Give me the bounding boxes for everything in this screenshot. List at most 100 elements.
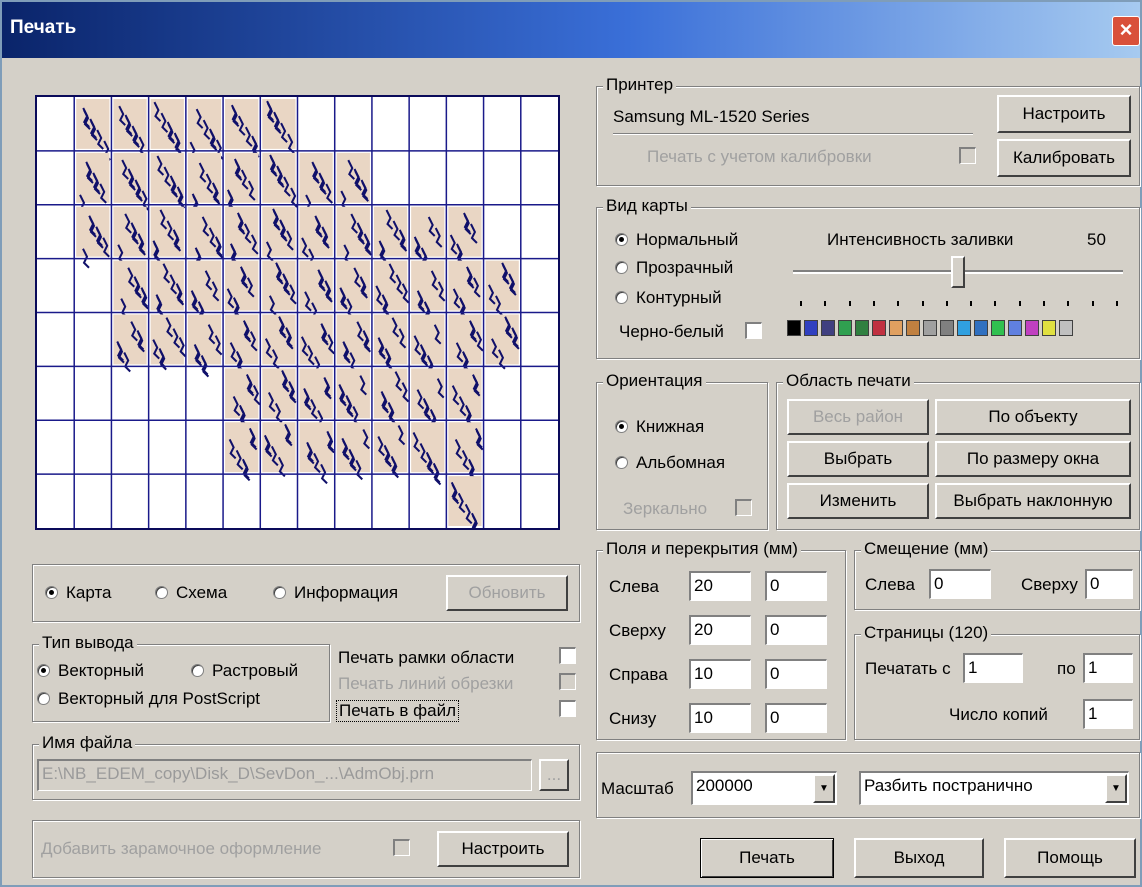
exit-button[interactable]: Выход	[854, 838, 984, 878]
color-swatch[interactable]	[889, 320, 903, 336]
choose-tilted-button[interactable]: Выбрать наклонную	[935, 483, 1131, 519]
color-swatch[interactable]	[957, 320, 971, 336]
print-button[interactable]: Печать	[700, 838, 834, 878]
fill-slider-ticks	[800, 301, 1118, 307]
map-view-group: Вид карты Нормальный Прозрачный Контурны…	[596, 196, 1140, 359]
margin-bottom-field[interactable]: 10	[689, 703, 751, 733]
map-region-cell	[225, 368, 261, 428]
overlap-right-field[interactable]: 0	[765, 659, 827, 689]
color-swatch[interactable]	[787, 320, 801, 336]
by-window-button[interactable]: По размеру окна	[935, 441, 1131, 477]
change-button[interactable]: Изменить	[787, 483, 929, 519]
color-swatch[interactable]	[1059, 320, 1073, 336]
view-mode-map[interactable]: Карта	[45, 583, 112, 603]
color-swatch[interactable]	[804, 320, 818, 336]
print-from-field[interactable]: 1	[963, 653, 1023, 683]
close-icon[interactable]: ×	[1120, 17, 1133, 42]
browse-button[interactable]: ...	[539, 759, 569, 791]
map-region-cell	[485, 260, 519, 316]
orientation-landscape[interactable]: Альбомная	[615, 453, 725, 473]
margin-right-field[interactable]: 10	[689, 659, 751, 689]
calibration-checkbox[interactable]	[959, 147, 976, 164]
help-button[interactable]: Помощь	[1004, 838, 1136, 878]
margin-left-field[interactable]: 20	[689, 571, 751, 601]
map-preview-canvas[interactable]	[37, 97, 558, 536]
file-name-field[interactable]: E:\NB_EDEM_copy\Disk_D\SevDon_...\AdmObj…	[37, 759, 532, 791]
print-to-field[interactable]: 1	[1083, 653, 1133, 683]
radio-icon[interactable]	[45, 586, 58, 599]
color-swatch[interactable]	[855, 320, 869, 336]
calibrate-button[interactable]: Калибровать	[997, 139, 1131, 177]
output-raster[interactable]: Растровый	[191, 661, 298, 681]
paging-mode-select[interactable]: Разбить постранично ▼	[859, 771, 1129, 805]
radio-icon[interactable]	[615, 261, 628, 274]
copies-field[interactable]: 1	[1083, 699, 1133, 729]
radio-icon[interactable]	[615, 233, 628, 246]
cut-lines-checkbox[interactable]	[559, 673, 576, 690]
overlap-bottom-field[interactable]: 0	[765, 703, 827, 733]
chevron-down-icon[interactable]: ▼	[1105, 774, 1127, 803]
color-swatch[interactable]	[923, 320, 937, 336]
map-region-cell	[373, 314, 408, 371]
radio-icon[interactable]	[155, 586, 168, 599]
orientation-portrait[interactable]: Книжная	[615, 417, 704, 437]
fill-slider-thumb[interactable]	[951, 256, 965, 288]
color-swatch[interactable]	[974, 320, 988, 336]
color-swatch[interactable]	[991, 320, 1005, 336]
map-region-cell	[150, 99, 184, 155]
view-mode-scheme[interactable]: Схема	[155, 583, 227, 603]
map-preview[interactable]	[35, 95, 560, 536]
map-view-normal[interactable]: Нормальный	[615, 230, 738, 250]
color-swatch[interactable]	[940, 320, 954, 336]
color-swatch[interactable]	[1042, 320, 1056, 336]
print-to-file-checkbox[interactable]	[559, 700, 576, 717]
map-view-transparent[interactable]: Прозрачный	[615, 258, 733, 278]
radio-icon[interactable]	[37, 692, 50, 705]
print-to-file-label: Печать в файл	[336, 700, 460, 722]
bw-checkbox[interactable]	[745, 322, 762, 339]
refresh-button[interactable]: Обновить	[446, 575, 568, 611]
color-swatch[interactable]	[821, 320, 835, 336]
map-region-cell	[373, 260, 410, 317]
decoration-group: Добавить зарамочное оформление Настроить	[32, 820, 580, 878]
offset-top-field[interactable]: 0	[1085, 569, 1133, 599]
view-mode-info[interactable]: Информация	[273, 583, 398, 603]
radio-icon[interactable]	[273, 586, 286, 599]
margin-top-field[interactable]: 20	[689, 615, 751, 645]
radio-icon[interactable]	[615, 291, 628, 304]
print-frame-checkbox[interactable]	[559, 647, 576, 664]
color-swatch[interactable]	[1008, 320, 1022, 336]
chevron-down-icon[interactable]: ▼	[813, 774, 835, 803]
color-swatch[interactable]	[872, 320, 886, 336]
decoration-setup-button[interactable]: Настроить	[437, 831, 569, 867]
slider-tick	[945, 301, 948, 306]
color-swatch[interactable]	[906, 320, 920, 336]
output-vector-ps[interactable]: Векторный для PostScript	[37, 689, 260, 709]
map-view-contour[interactable]: Контурный	[615, 288, 722, 308]
color-swatch[interactable]	[838, 320, 852, 336]
orientation-legend: Ориентация	[603, 371, 706, 391]
overlap-top-field[interactable]: 0	[765, 615, 827, 645]
close-button[interactable]: ×	[1112, 16, 1140, 46]
decoration-label: Добавить зарамочное оформление	[41, 839, 322, 858]
whole-district-button[interactable]: Весь район	[787, 399, 929, 435]
offset-left-field[interactable]: 0	[929, 569, 991, 599]
color-swatches[interactable]	[787, 320, 1076, 341]
decoration-checkbox[interactable]	[393, 839, 410, 856]
overlap-left-field[interactable]: 0	[765, 571, 827, 601]
choose-button[interactable]: Выбрать	[787, 441, 929, 477]
radio-icon[interactable]	[615, 456, 628, 469]
output-vector[interactable]: Векторный	[37, 661, 144, 681]
radio-icon[interactable]	[191, 664, 204, 677]
radio-icon[interactable]	[615, 420, 628, 433]
cut-lines-label: Печать линий обрезки	[338, 674, 514, 693]
color-swatch[interactable]	[1025, 320, 1039, 336]
radio-icon[interactable]	[37, 664, 50, 677]
slider-tick	[897, 301, 900, 306]
printer-setup-button[interactable]: Настроить	[997, 95, 1131, 133]
scale-select[interactable]: 200000 ▼	[691, 771, 837, 805]
by-object-button[interactable]: По объекту	[935, 399, 1131, 435]
print-frame-label: Печать рамки области	[338, 648, 515, 667]
mirror-checkbox[interactable]	[735, 499, 752, 516]
map-region-cell	[225, 260, 259, 320]
